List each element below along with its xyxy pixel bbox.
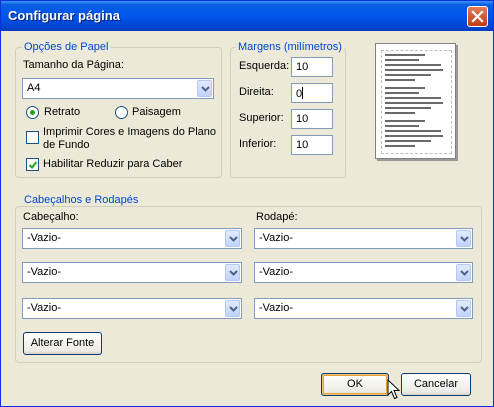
- footer-select-2-dropdown-button[interactable]: [456, 264, 471, 281]
- top-margin-value: 10: [296, 113, 309, 125]
- page-size-label: Tamanho da Página:: [23, 59, 124, 71]
- footer-select-3-value: -Vazio-: [259, 302, 294, 314]
- landscape-radio[interactable]: [115, 106, 128, 119]
- page-setup-dialog: Configurar página Opções de Papel Tamanh…: [0, 0, 494, 407]
- margins-legend: Margens (milímetros): [236, 41, 344, 53]
- close-icon: [471, 10, 484, 23]
- footer-select-2[interactable]: -Vazio-: [254, 262, 473, 283]
- header-label: Cabeçalho:: [23, 211, 79, 223]
- header-select-2[interactable]: -Vazio-: [22, 262, 242, 283]
- footer-select-1[interactable]: -Vazio-: [254, 228, 473, 249]
- chevron-down-icon: [460, 270, 469, 276]
- left-margin-value: 10: [296, 61, 309, 73]
- print-background-label-line2[interactable]: de Fundo: [43, 139, 89, 151]
- close-button[interactable]: [467, 6, 488, 27]
- left-margin-label: Esquerda:: [239, 60, 290, 72]
- header-select-3-dropdown-button[interactable]: [225, 300, 240, 317]
- bottom-margin-label: Inferior:: [239, 138, 277, 150]
- header-select-3-value: -Vazio-: [27, 302, 62, 314]
- header-select-3[interactable]: -Vazio-: [22, 298, 242, 319]
- page-size-dropdown-button[interactable]: [197, 80, 212, 97]
- top-margin-label: Superior:: [239, 112, 284, 124]
- footer-select-3[interactable]: -Vazio-: [254, 298, 473, 319]
- title-bar[interactable]: Configurar página: [1, 1, 493, 31]
- shrink-to-fit-label[interactable]: Habilitar Reduzir para Caber: [43, 158, 182, 170]
- right-margin-input[interactable]: 0: [291, 83, 333, 103]
- text-caret: [302, 87, 304, 99]
- page-preview-margins: [381, 50, 452, 154]
- window-title: Configurar página: [8, 8, 120, 23]
- bottom-margin-value: 10: [296, 139, 309, 151]
- portrait-radio[interactable]: [26, 106, 39, 119]
- page-size-select[interactable]: A4: [22, 78, 214, 99]
- header-select-2-value: -Vazio-: [27, 266, 62, 278]
- footer-select-1-dropdown-button[interactable]: [456, 230, 471, 247]
- portrait-label[interactable]: Retrato: [44, 106, 80, 118]
- chevron-down-icon: [229, 270, 238, 276]
- page-size-value: A4: [27, 82, 41, 94]
- checkmark-icon: [28, 161, 38, 169]
- header-select-1[interactable]: -Vazio-: [22, 228, 242, 249]
- chevron-down-icon: [460, 236, 469, 242]
- header-select-1-value: -Vazio-: [27, 232, 62, 244]
- left-margin-input[interactable]: 10: [291, 57, 333, 77]
- header-select-1-dropdown-button[interactable]: [225, 230, 240, 247]
- change-font-button[interactable]: Alterar Fonte: [23, 332, 102, 355]
- print-background-label-line1[interactable]: Imprimir Cores e Imagens do Plano: [43, 126, 216, 138]
- print-background-checkbox[interactable]: [26, 131, 39, 144]
- footer-label: Rodapé:: [256, 211, 298, 223]
- chevron-down-icon: [201, 86, 210, 92]
- radio-selected-dot: [30, 110, 35, 115]
- header-select-2-dropdown-button[interactable]: [225, 264, 240, 281]
- footer-select-2-value: -Vazio-: [259, 266, 294, 278]
- right-margin-label: Direita:: [239, 86, 274, 98]
- page-preview: [375, 43, 456, 159]
- headers-footers-legend: Cabeçalhos e Rodapés: [22, 194, 141, 206]
- chevron-down-icon: [229, 236, 238, 242]
- chevron-down-icon: [460, 306, 469, 312]
- ok-button[interactable]: OK: [321, 373, 389, 396]
- bottom-margin-input[interactable]: 10: [291, 135, 333, 155]
- chevron-down-icon: [229, 306, 238, 312]
- paper-options-legend: Opções de Papel: [22, 41, 111, 53]
- footer-select-1-value: -Vazio-: [259, 232, 294, 244]
- top-margin-input[interactable]: 10: [291, 109, 333, 129]
- shrink-to-fit-checkbox[interactable]: [26, 158, 39, 171]
- mouse-pointer-icon: [387, 379, 401, 400]
- footer-select-3-dropdown-button[interactable]: [456, 300, 471, 317]
- landscape-label[interactable]: Paisagem: [132, 106, 181, 118]
- cancel-button[interactable]: Cancelar: [401, 373, 471, 396]
